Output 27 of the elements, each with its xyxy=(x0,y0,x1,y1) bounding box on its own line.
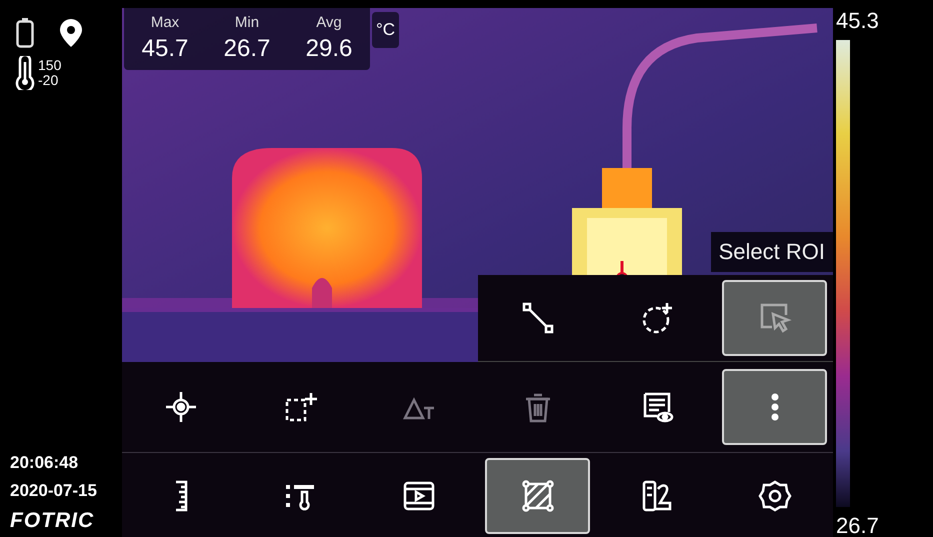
stat-value: 29.6 xyxy=(306,35,352,63)
time-text: 20:06:48 xyxy=(10,453,80,473)
thermometer-icon xyxy=(14,56,36,90)
crosshair-icon xyxy=(164,390,198,424)
unit-label: °C xyxy=(372,12,400,48)
range-low: -20 xyxy=(38,73,60,88)
stat-label: Max xyxy=(150,14,180,31)
range-high: 150 xyxy=(38,58,62,73)
scale-min: 26.7 xyxy=(836,513,880,537)
more-icon xyxy=(770,393,778,421)
area-icon xyxy=(520,478,555,512)
select-tool-button[interactable] xyxy=(722,280,827,356)
tooltip: Select ROI xyxy=(710,232,833,272)
rectangle-add-icon xyxy=(283,390,318,424)
stat-value: 26.7 xyxy=(224,35,270,63)
stat-label: Avg xyxy=(316,14,342,31)
brand-logo: FOTRIC xyxy=(10,509,96,533)
location-pin-icon xyxy=(60,19,82,47)
stat-label: Min xyxy=(234,14,260,31)
settings-icon xyxy=(758,478,792,512)
more-tool-button[interactable] xyxy=(722,369,827,445)
battery-icon xyxy=(16,18,34,48)
stat-value: 45.7 xyxy=(142,35,188,63)
scale-max: 45.3 xyxy=(836,8,880,34)
date-text: 2020-07-15 xyxy=(10,481,98,501)
area-tool-button[interactable] xyxy=(485,458,590,534)
line-icon xyxy=(520,301,554,335)
